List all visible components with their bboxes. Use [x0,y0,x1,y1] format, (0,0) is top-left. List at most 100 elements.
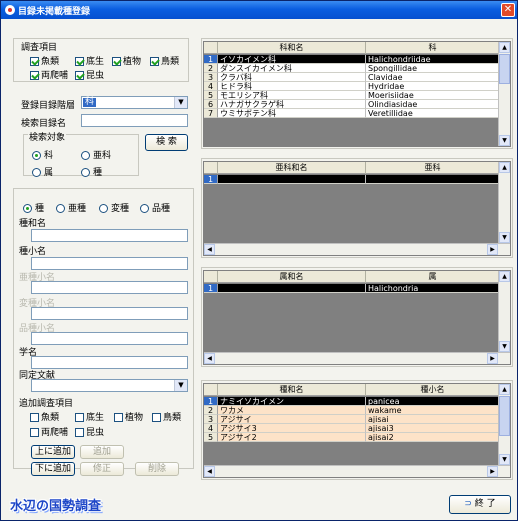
dropdown-arrow-icon[interactable]: ▼ [174,380,187,391]
vertical-scrollbar[interactable]: ▲ ▼ [498,271,510,352]
column-header[interactable]: 亜科和名 [218,162,366,174]
table-row[interactable]: 4 ヒドラ科 Hydridae [204,82,500,91]
extra-checkbox-insects[interactable]: 昆虫 [75,425,104,438]
extra-checkbox-fish[interactable]: 魚類 [30,410,59,423]
scroll-down-icon[interactable]: ▼ [499,341,510,352]
horizontal-scrollbar[interactable]: ◀ ▶ [204,465,510,477]
survey-checkbox-fish[interactable]: 魚類 [30,54,59,67]
vertical-scrollbar[interactable]: ▲ ▼ [498,162,510,243]
rank-species-radio[interactable]: 種 [23,201,44,214]
table-row[interactable]: 1 Halichondria [204,284,500,293]
survey-checkbox-benthos[interactable]: 底生 [75,54,104,67]
column-header[interactable]: 亜科 [366,162,500,174]
form-epithet-input[interactable] [31,332,188,345]
column-header[interactable]: 種和名 [218,384,366,396]
add-button[interactable]: 追加 [80,445,124,459]
family-grid[interactable]: 科和名 科 1 イソカイメン科 Halichondriidae 2 ダンスイカイメン科… [203,41,511,147]
table-row[interactable]: 2 ワカメ wakame [204,406,500,415]
rank-variety-radio[interactable]: 変種 [99,201,129,214]
extra-checkbox-herps-mammals[interactable]: 両爬哺 [30,425,68,438]
modify-button[interactable]: 修正 [80,462,124,476]
subfamily-grid[interactable]: 亜科和名 亜科 1 ▲ ▼ ◀ ▶ [203,161,511,256]
checkbox-icon [75,428,84,437]
scroll-down-icon[interactable]: ▼ [499,232,510,243]
rank-form-radio[interactable]: 品種 [140,201,170,214]
radio-icon [23,204,32,213]
scroll-up-icon[interactable]: ▲ [499,162,510,173]
radio-icon [140,204,149,213]
genus-grid[interactable]: 属和名 属 1 Halichondria ▲ ▼ ◀ ▶ [203,270,511,365]
delete-button[interactable]: 削除 [135,462,179,476]
search-button[interactable]: 検 索 [145,134,188,151]
level-select[interactable]: 科 ▼ [81,96,188,109]
subfamily-grid-header: 亜科和名 亜科 [204,162,510,174]
table-row[interactable]: 6 ハナガサクラゲ科 Olindiasidae [204,100,500,109]
literature-select[interactable]: ▼ [31,379,188,392]
add-below-button[interactable]: 下に追加 [31,462,75,476]
scroll-right-icon[interactable]: ▶ [487,353,498,364]
scroll-down-icon[interactable]: ▼ [499,454,510,465]
vertical-scrollbar[interactable]: ▲ ▼ [498,42,510,146]
title-bar: 目録未掲載種登録 ✕ [1,1,517,19]
table-row[interactable]: 3 アジサイ ajisai [204,415,500,424]
table-row[interactable]: 1 [204,175,500,184]
extra-checkbox-benthos[interactable]: 底生 [75,410,104,423]
subspecies-epithet-input[interactable] [31,281,188,294]
search-target-genus-radio[interactable]: 属 [32,165,53,178]
horizontal-scrollbar[interactable]: ◀ ▶ [204,243,510,255]
extra-checkbox-plants[interactable]: 植物 [114,410,143,423]
column-header[interactable]: 科和名 [218,42,366,54]
scroll-down-icon[interactable]: ▼ [499,135,510,146]
table-row[interactable]: 4 アジサイ3 ajisai3 [204,424,500,433]
scroll-left-icon[interactable]: ◀ [204,353,215,364]
scroll-left-icon[interactable]: ◀ [204,244,215,255]
scroll-right-icon[interactable]: ▶ [487,244,498,255]
species-jp-name-input[interactable] [31,229,188,242]
column-header[interactable]: 科 [366,42,500,54]
scroll-up-icon[interactable]: ▲ [499,42,510,53]
search-target-family-radio[interactable]: 科 [32,148,53,161]
scroll-right-icon[interactable]: ▶ [487,466,498,477]
column-header[interactable]: 種小名 [366,384,500,396]
variety-epithet-input[interactable] [31,307,188,320]
table-row[interactable]: 3 クラバ科 Clavidae [204,73,500,82]
table-row[interactable]: 7 ウミサボテン科 Veretillidae [204,109,500,118]
column-header[interactable]: 属 [366,271,500,283]
search-name-input[interactable] [81,114,188,127]
exit-button[interactable]: ⊃ 終 了 [449,495,511,514]
exit-icon: ⊃ [464,499,472,509]
dropdown-arrow-icon[interactable]: ▼ [174,97,187,108]
checkbox-icon [150,57,159,66]
table-row[interactable]: 1 ナミイソカイメン panicea [204,397,500,406]
table-row[interactable]: 1 イソカイメン科 Halichondriidae [204,55,500,64]
horizontal-scrollbar[interactable]: ◀ ▶ [204,352,510,364]
survey-checkbox-plants[interactable]: 植物 [112,54,141,67]
survey-checkbox-herps-mammals[interactable]: 両爬哺 [30,68,68,81]
survey-checkbox-insects[interactable]: 昆虫 [75,68,104,81]
table-row[interactable]: 5 モエリシア科 Moerisiidae [204,91,500,100]
survey-checkbox-birds[interactable]: 鳥類 [150,54,179,67]
extra-checkbox-birds[interactable]: 鳥類 [152,410,181,423]
close-button[interactable]: ✕ [501,3,515,17]
species-epithet-input[interactable] [31,257,188,270]
search-target-subfamily-radio[interactable]: 亜科 [81,148,111,161]
checkbox-icon [75,413,84,422]
column-header[interactable]: 属和名 [218,271,366,283]
rank-subspecies-radio[interactable]: 亜種 [56,201,86,214]
vertical-scrollbar[interactable]: ▲ ▼ [498,384,510,465]
radio-icon [81,168,90,177]
scroll-left-icon[interactable]: ◀ [204,466,215,477]
family-grid-header: 科和名 科 [204,42,510,54]
search-target-species-radio[interactable]: 種 [81,165,102,178]
table-row[interactable]: 5 アジサイ2 ajisai2 [204,433,500,442]
table-row[interactable]: 2 ダンスイカイメン科 Spongillidae [204,64,500,73]
scroll-thumb[interactable] [499,396,510,436]
scroll-up-icon[interactable]: ▲ [499,384,510,395]
checkbox-icon [75,57,84,66]
scroll-thumb[interactable] [499,54,510,84]
add-above-button[interactable]: 上に追加 [31,445,75,459]
species-grid[interactable]: 種和名 種小名 1 ナミイソカイメン panicea 2 ワカメ wakame 3 アジサ… [203,383,511,478]
search-name-label: 検索目録名 [21,119,67,129]
scroll-up-icon[interactable]: ▲ [499,271,510,282]
survey-items-label: 調査項目 [21,43,58,53]
